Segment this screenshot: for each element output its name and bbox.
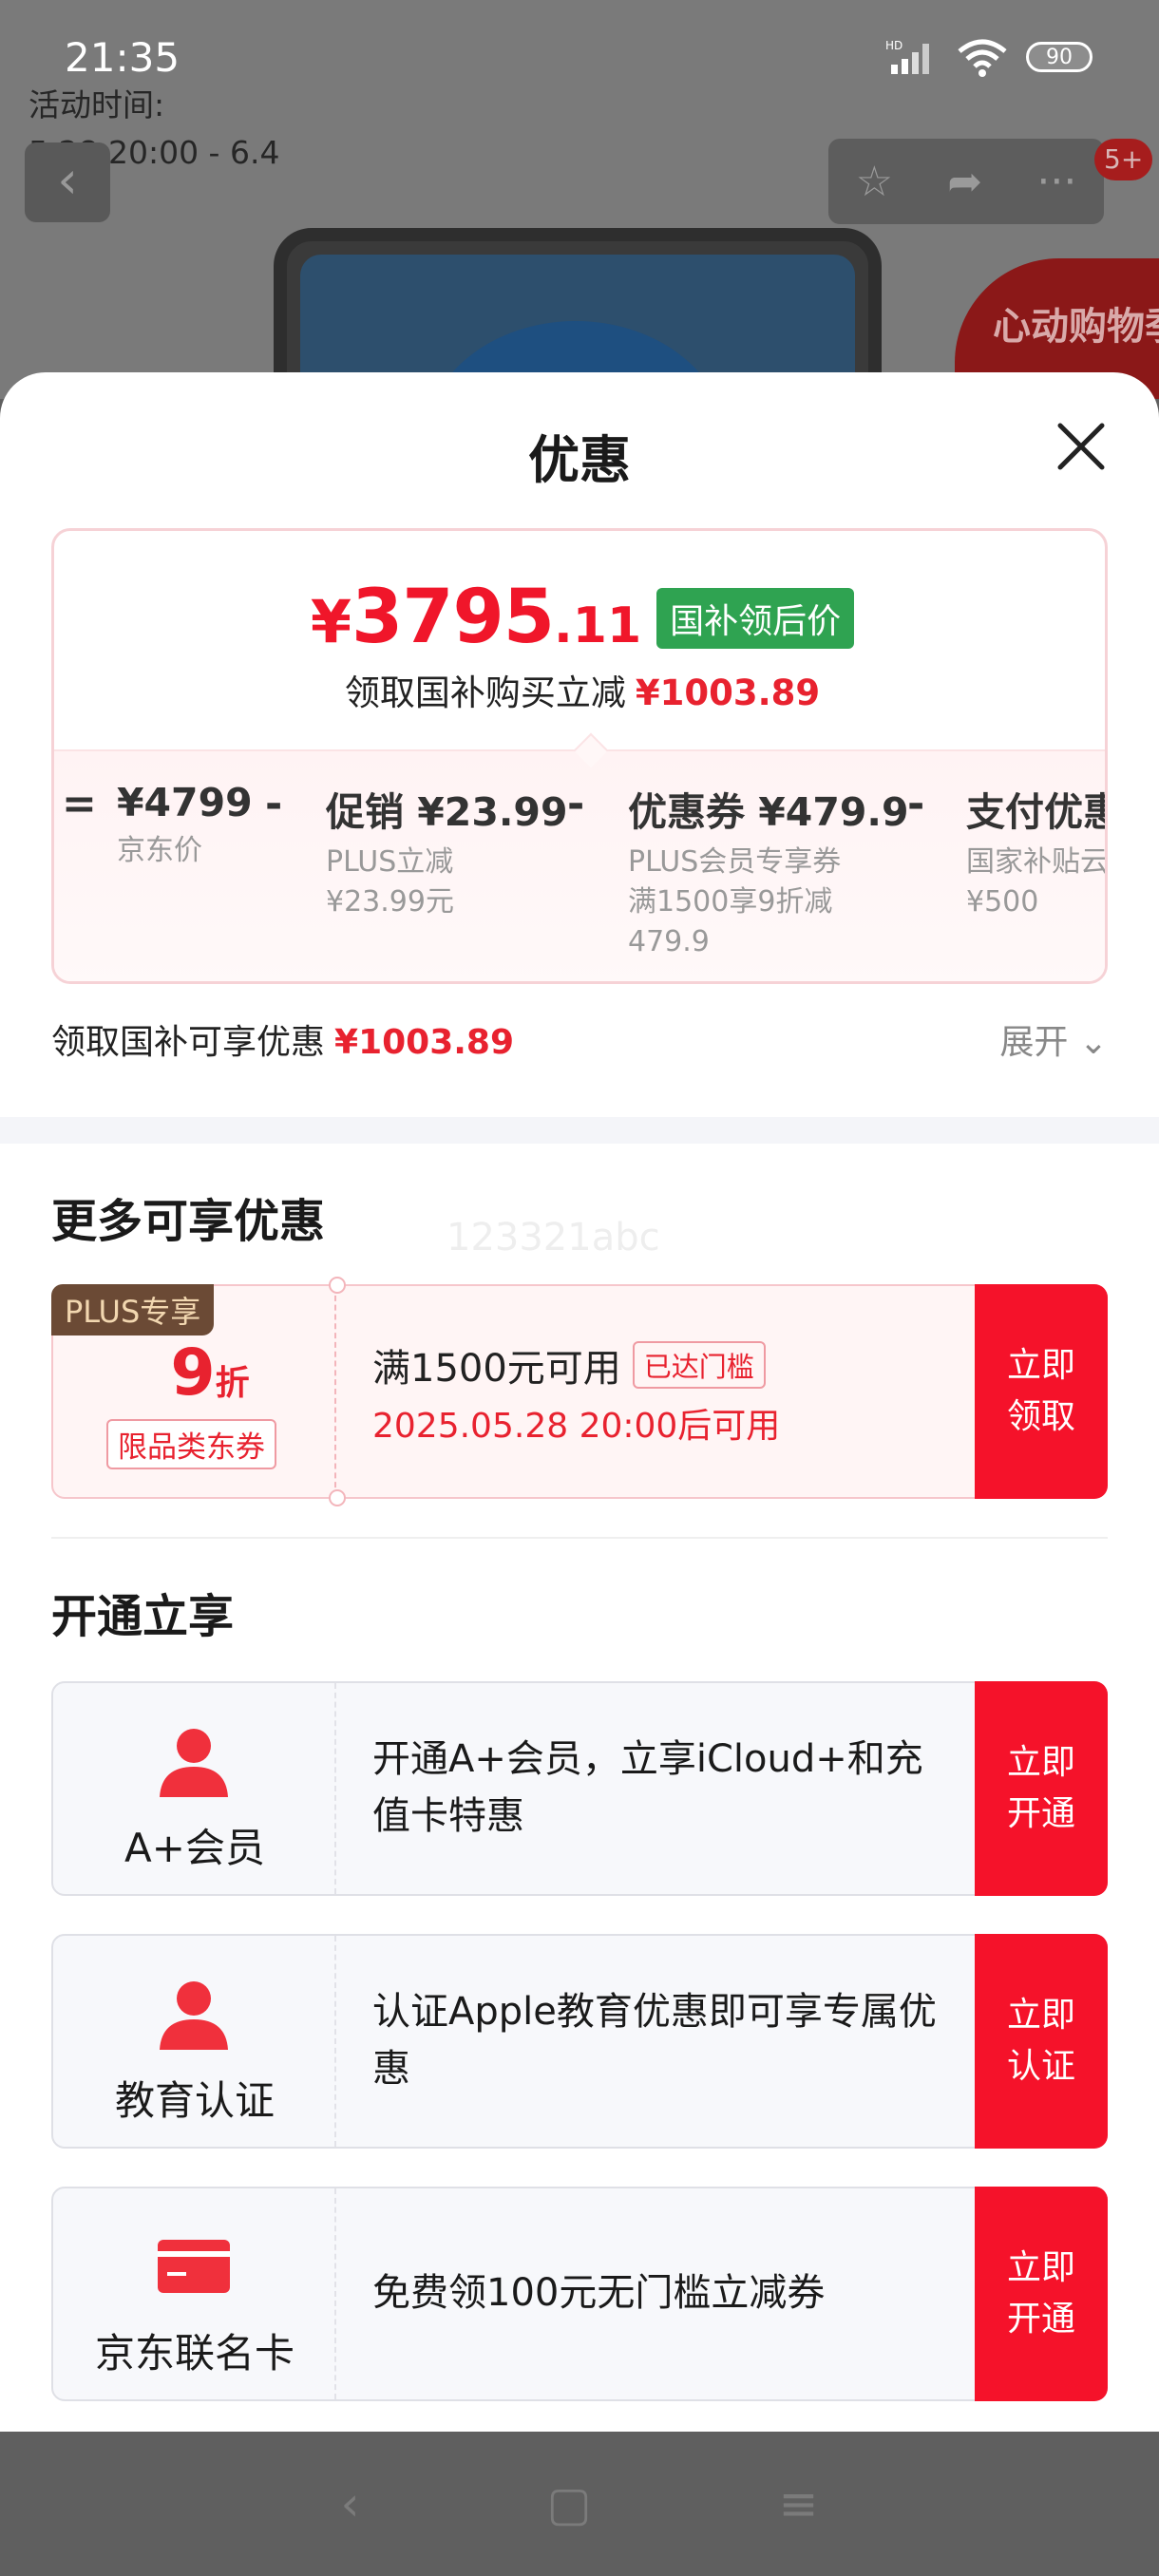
breakdown-item: ¥4799 京东价 <box>117 780 253 867</box>
final-price: ¥3795.11 <box>310 575 642 660</box>
divider <box>51 1537 1108 1539</box>
claim-coupon-button[interactable]: 立即领取 <box>975 1284 1108 1499</box>
plus-coupon: PLUS专享 9折 限品类东券 满1500元可用 已达门槛 2025.05.28… <box>51 1277 1108 1506</box>
nav-home-icon[interactable]: ▢ <box>546 2476 591 2531</box>
breakdown-item: 促销 ¥23.99 PLUS立减 ¥23.99元 <box>326 789 568 919</box>
person-icon <box>160 1981 228 2050</box>
chevron-down-icon: ⌄ <box>1078 1023 1108 1062</box>
wifi-icon <box>958 39 1007 77</box>
offer-education-auth: 教育认证 认证Apple教育优惠即可享专属优惠 立即认证 <box>51 1934 1108 2149</box>
threshold-reached-badge: 已达门槛 <box>632 1341 766 1389</box>
more-discounts-title: 更多可享优惠 <box>51 1195 326 1248</box>
coupon-category: 限品类东券 <box>106 1419 276 1469</box>
open-benefits-title: 开通立享 <box>51 1590 235 1643</box>
coupon-condition: 满1500元可用 已达门槛 <box>372 1337 766 1392</box>
person-icon <box>160 1729 228 1797</box>
message-badge: 5+ <box>1094 139 1153 180</box>
battery-icon: 90 <box>1026 42 1092 72</box>
price-card: ¥3795.11 国补领后价 领取国补购买立减 ¥1003.89 = ¥4799 … <box>51 528 1108 984</box>
breakdown-item: 支付优惠 国家补贴云 ¥500 <box>966 789 1108 919</box>
share-icon[interactable]: ➦ <box>947 158 982 206</box>
open-card-button[interactable]: 立即开通 <box>975 2187 1108 2401</box>
discount-sheet: 优惠 ¥3795.11 国补领后价 领取国补购买立减 ¥1003.89 = ¥47… <box>0 372 1159 2432</box>
sheet-title: 优惠 <box>528 430 631 490</box>
subsidy-price-tag: 国补领后价 <box>656 588 855 649</box>
top-actions: ☆ ➦ ··· <box>828 139 1104 224</box>
expand-button[interactable]: 展开 ⌄ <box>999 1014 1108 1064</box>
svg-text:HD: HD <box>885 39 902 52</box>
close-icon[interactable] <box>1051 416 1112 477</box>
discount-summary: 领取国补可享优惠 ¥1003.89 展开 ⌄ <box>51 1014 1108 1064</box>
price-breakdown: = ¥4799 京东价 - 促销 ¥23.99 PLUS立减 ¥23.99元 -… <box>54 732 1108 981</box>
system-nav-bar: ‹ ▢ ≡ <box>0 2432 1159 2576</box>
subsidy-line: 领取国补购买立减 ¥1003.89 <box>344 672 821 713</box>
open-aplus-button[interactable]: 立即开通 <box>975 1681 1108 1896</box>
section-divider <box>0 1117 1159 1144</box>
education-auth-button[interactable]: 立即认证 <box>975 1934 1108 2149</box>
offer-aplus-member: A+会员 开通A+会员，立享iCloud+和充值卡特惠 立即开通 <box>51 1681 1108 1896</box>
nav-back-icon[interactable]: ‹ <box>340 2476 359 2531</box>
signal-icon: HD <box>885 39 929 74</box>
breakdown-item: 优惠券 ¥479.9 PLUS会员专享券 满1500享9折减 479.9 <box>628 789 909 958</box>
offer-jd-cobrand-card: 京东联名卡 免费领100元无门槛立减券 立即开通 <box>51 2187 1108 2401</box>
star-icon[interactable]: ☆ <box>856 158 893 206</box>
more-icon[interactable]: ··· <box>1036 158 1076 206</box>
watermark: 123321abc <box>446 1216 660 1260</box>
coupon-valid-time: 2025.05.28 20:00后可用 <box>372 1407 781 1446</box>
coupon-discount: 9折 <box>170 1335 250 1411</box>
back-button[interactable]: ‹ <box>25 142 110 222</box>
card-icon <box>158 2240 230 2293</box>
status-time: 21:35 <box>65 34 180 81</box>
nav-menu-icon[interactable]: ≡ <box>779 2476 819 2531</box>
plus-badge: PLUS专享 <box>51 1284 215 1335</box>
